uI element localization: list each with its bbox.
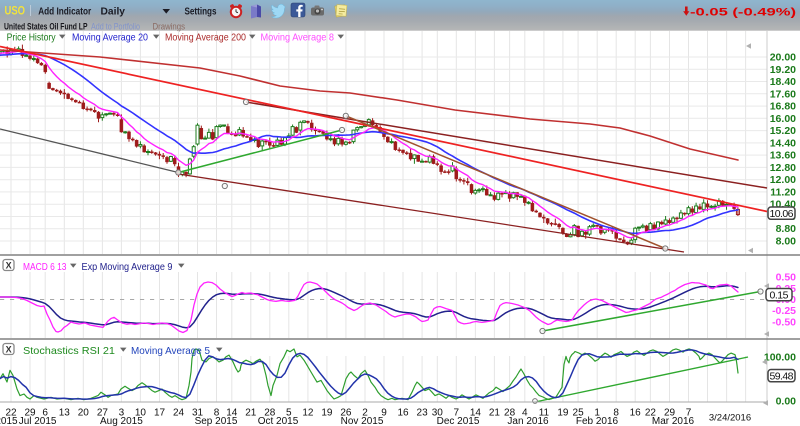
svg-text:United States Oil Fund LP: United States Oil Fund LP <box>4 21 88 31</box>
svg-text:16.80: 16.80 <box>770 101 796 113</box>
svg-text:X: X <box>6 344 12 354</box>
svg-text:Mar 2016: Mar 2016 <box>652 416 695 426</box>
svg-text:23: 23 <box>417 407 429 418</box>
svg-text:Moving Average 20: Moving Average 20 <box>72 32 148 44</box>
svg-text:Drawings: Drawings <box>153 21 186 31</box>
svg-text:-0.25: -0.25 <box>772 305 796 317</box>
svg-text:Add to Portfolio: Add to Portfolio <box>91 21 140 31</box>
svg-text:100.00: 100.00 <box>764 352 796 364</box>
svg-text:MACD 6 13: MACD 6 13 <box>23 261 67 273</box>
svg-text:Feb 2016: Feb 2016 <box>576 416 619 426</box>
svg-text:0.00: 0.00 <box>776 396 797 408</box>
svg-text:24: 24 <box>173 407 185 418</box>
svg-text:Moving Average 8: Moving Average 8 <box>261 32 335 44</box>
svg-text:X: X <box>6 260 12 270</box>
svg-text:Aug 2015: Aug 2015 <box>100 416 143 426</box>
svg-text:Jul 2015: Jul 2015 <box>19 416 57 426</box>
svg-text:USO: USO <box>5 6 26 18</box>
svg-text:20.00: 20.00 <box>770 52 796 64</box>
svg-text:Dec 2015: Dec 2015 <box>437 416 480 426</box>
svg-text:Stochastics RSI 21: Stochastics RSI 21 <box>23 345 115 357</box>
svg-text:-0.05 (-0.49%): -0.05 (-0.49%) <box>690 6 797 18</box>
svg-text:18.40: 18.40 <box>770 76 796 88</box>
svg-text:16: 16 <box>397 407 409 418</box>
svg-text:Price History: Price History <box>7 32 57 44</box>
svg-text:12: 12 <box>302 407 314 418</box>
svg-text:20: 20 <box>78 407 90 418</box>
svg-text:Moving Average 200: Moving Average 200 <box>165 32 246 44</box>
svg-text:10.06: 10.06 <box>770 208 794 220</box>
svg-text:17.60: 17.60 <box>770 88 796 100</box>
svg-text:16.00: 16.00 <box>770 113 796 125</box>
svg-text:21: 21 <box>489 407 501 418</box>
svg-text:Settings: Settings <box>185 5 217 17</box>
svg-text:Nov 2015: Nov 2015 <box>341 416 384 426</box>
svg-text:Jun 2015: Jun 2015 <box>0 416 18 426</box>
svg-text:8.80: 8.80 <box>776 223 797 235</box>
svg-text:Exp Moving Average 9: Exp Moving Average 9 <box>82 261 173 273</box>
svg-text:Moving Average 5: Moving Average 5 <box>131 345 210 357</box>
svg-text:8.00: 8.00 <box>776 236 797 248</box>
svg-text:17: 17 <box>154 407 166 418</box>
svg-text:59.48: 59.48 <box>770 370 794 382</box>
svg-text:19.20: 19.20 <box>770 64 796 76</box>
svg-text:19: 19 <box>557 407 569 418</box>
svg-text:16: 16 <box>630 407 642 418</box>
svg-text:3/24/2016: 3/24/2016 <box>709 413 751 424</box>
svg-text:15.20: 15.20 <box>770 125 796 137</box>
svg-text:14.40: 14.40 <box>770 137 796 149</box>
svg-text:Oct 2015: Oct 2015 <box>258 416 299 426</box>
svg-text:11.20: 11.20 <box>770 186 796 198</box>
svg-text:Add Indicator: Add Indicator <box>38 5 91 17</box>
svg-text:Sep 2015: Sep 2015 <box>195 416 238 426</box>
svg-text:13.60: 13.60 <box>770 150 796 162</box>
svg-text:12.80: 12.80 <box>770 162 796 174</box>
svg-text:Daily: Daily <box>101 5 126 17</box>
svg-text:12.00: 12.00 <box>770 174 796 186</box>
svg-text:0.50: 0.50 <box>776 272 797 284</box>
svg-text:0.15: 0.15 <box>770 289 789 301</box>
svg-text:Jan 2016: Jan 2016 <box>507 416 549 426</box>
svg-text:13: 13 <box>59 407 71 418</box>
svg-text:19: 19 <box>321 407 333 418</box>
svg-text:21: 21 <box>245 407 257 418</box>
svg-text:-0.50: -0.50 <box>772 316 796 328</box>
